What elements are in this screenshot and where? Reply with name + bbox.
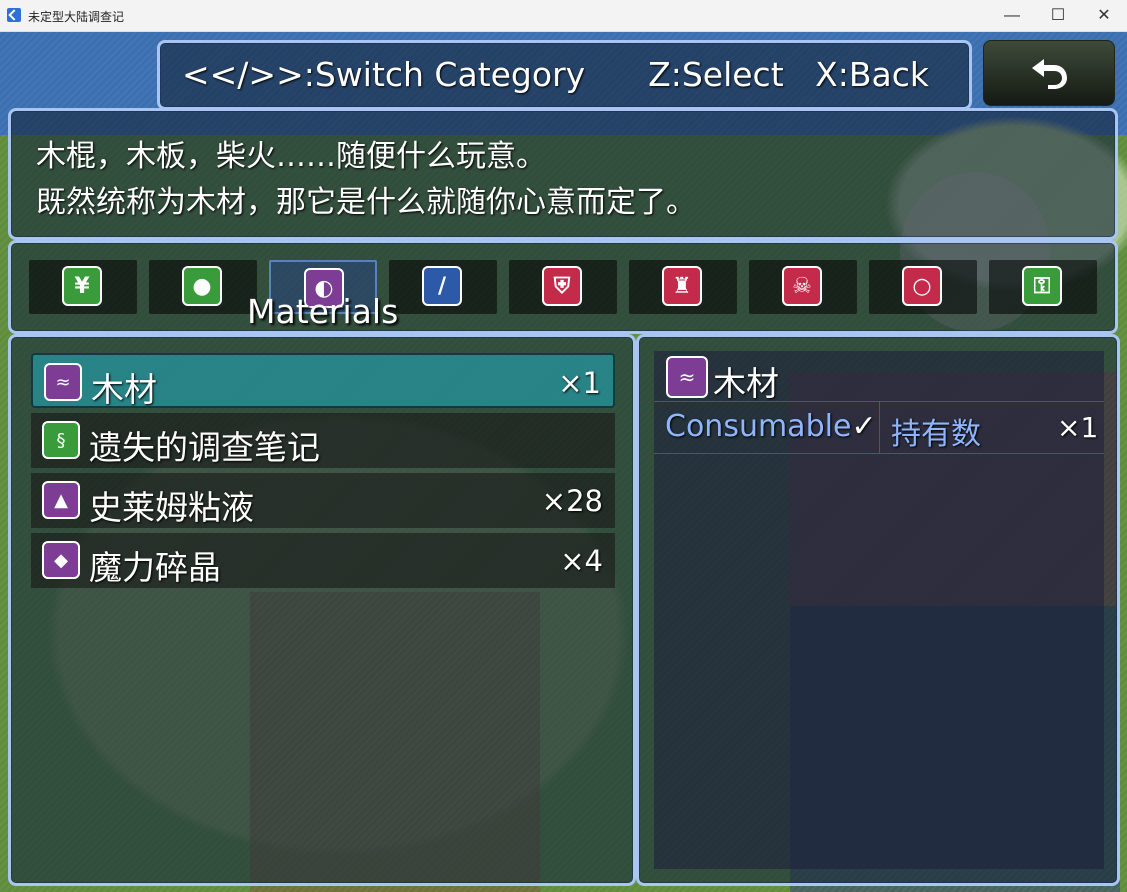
window-title: 未定型大陆调查记 <box>28 10 125 24</box>
item-name: 遗失的调查笔记 <box>89 428 320 467</box>
item-quantity: ×4 <box>560 544 603 578</box>
back-arrow-icon <box>1032 59 1067 89</box>
item-row[interactable]: ◆ 魔力碎晶 ×4 <box>31 533 615 588</box>
item-row[interactable]: § 遗失的调查笔记 <box>31 413 615 468</box>
sword-icon: / <box>422 266 462 306</box>
description-line-1: 木棍，木板，柴火……随便什么玩意。 <box>36 139 546 174</box>
description-line-2: 既然统称为木材，那它是什么就随你心意而定了。 <box>36 185 696 220</box>
held-count-label: 持有数 <box>891 417 981 452</box>
item-row[interactable]: ▲ 史莱姆粘液 ×28 <box>31 473 615 528</box>
minimize-button[interactable]: — <box>989 0 1035 31</box>
item-detail-window: ≈ 木材 Consumable✓ 持有数 ×1 <box>636 334 1120 886</box>
helmet-icon: ♜ <box>662 266 702 306</box>
bomb-icon: ● <box>182 266 222 306</box>
selected-category-label: Materials <box>247 292 399 331</box>
category-tab[interactable]: / <box>389 260 497 314</box>
category-tab[interactable]: ¥ <box>29 260 137 314</box>
bag-icon: ¥ <box>62 266 102 306</box>
item-name: 魔力碎晶 <box>89 548 221 587</box>
item-list-window: ≈ 木材 ×1 § 遗失的调查笔记 ▲ 史莱姆粘液 ×28 ◆ 魔力碎晶 ×4 <box>8 334 636 886</box>
item-name: 史莱姆粘液 <box>89 488 254 527</box>
category-window: ¥ ● ◐ / ⛨ ♜ ☠ ○ ⚿ Materials <box>8 240 1118 334</box>
category-tab[interactable]: ⚿ <box>989 260 1097 314</box>
held-count-value: ×1 <box>1057 411 1099 444</box>
shield-icon: ⛨ <box>542 266 582 306</box>
consumable-label: Consumable✓ <box>665 409 877 444</box>
description-window: 木棍，木板，柴火……随便什么玩意。 既然统称为木材，那它是什么就随你心意而定了。 <box>8 108 1118 240</box>
scroll-icon: § <box>42 421 80 459</box>
log-icon: ≈ <box>44 363 82 401</box>
item-quantity: ×1 <box>558 366 601 400</box>
window-titlebar: 未定型大陆调查记 — ☐ ✕ <box>0 0 1127 32</box>
category-tab[interactable]: ⛨ <box>509 260 617 314</box>
detail-item-name: 木材 <box>713 364 779 403</box>
crystal-icon: ◆ <box>42 541 80 579</box>
check-icon: ✓ <box>851 409 877 444</box>
close-button[interactable]: ✕ <box>1081 0 1127 31</box>
slime-icon: ▲ <box>42 481 80 519</box>
help-window: <</>>:Switch Category Z:Select X:Back <box>157 40 972 110</box>
category-tab[interactable]: ● <box>149 260 257 314</box>
category-tab[interactable]: ○ <box>869 260 977 314</box>
help-text: <</>>:Switch Category Z:Select X:Back <box>182 55 929 94</box>
item-name: 木材 <box>91 370 157 409</box>
app-icon <box>7 8 21 22</box>
item-quantity: ×28 <box>541 484 603 518</box>
category-tab[interactable]: ♜ <box>629 260 737 314</box>
detail-log-icon: ≈ <box>666 356 708 398</box>
skull-icon: ☠ <box>782 266 822 306</box>
maximize-button[interactable]: ☐ <box>1035 0 1081 31</box>
back-button[interactable] <box>983 40 1115 106</box>
item-row[interactable]: ≈ 木材 ×1 <box>31 353 615 409</box>
key-icon: ⚿ <box>1022 266 1062 306</box>
category-tab[interactable]: ☠ <box>749 260 857 314</box>
ring-icon: ○ <box>902 266 942 306</box>
